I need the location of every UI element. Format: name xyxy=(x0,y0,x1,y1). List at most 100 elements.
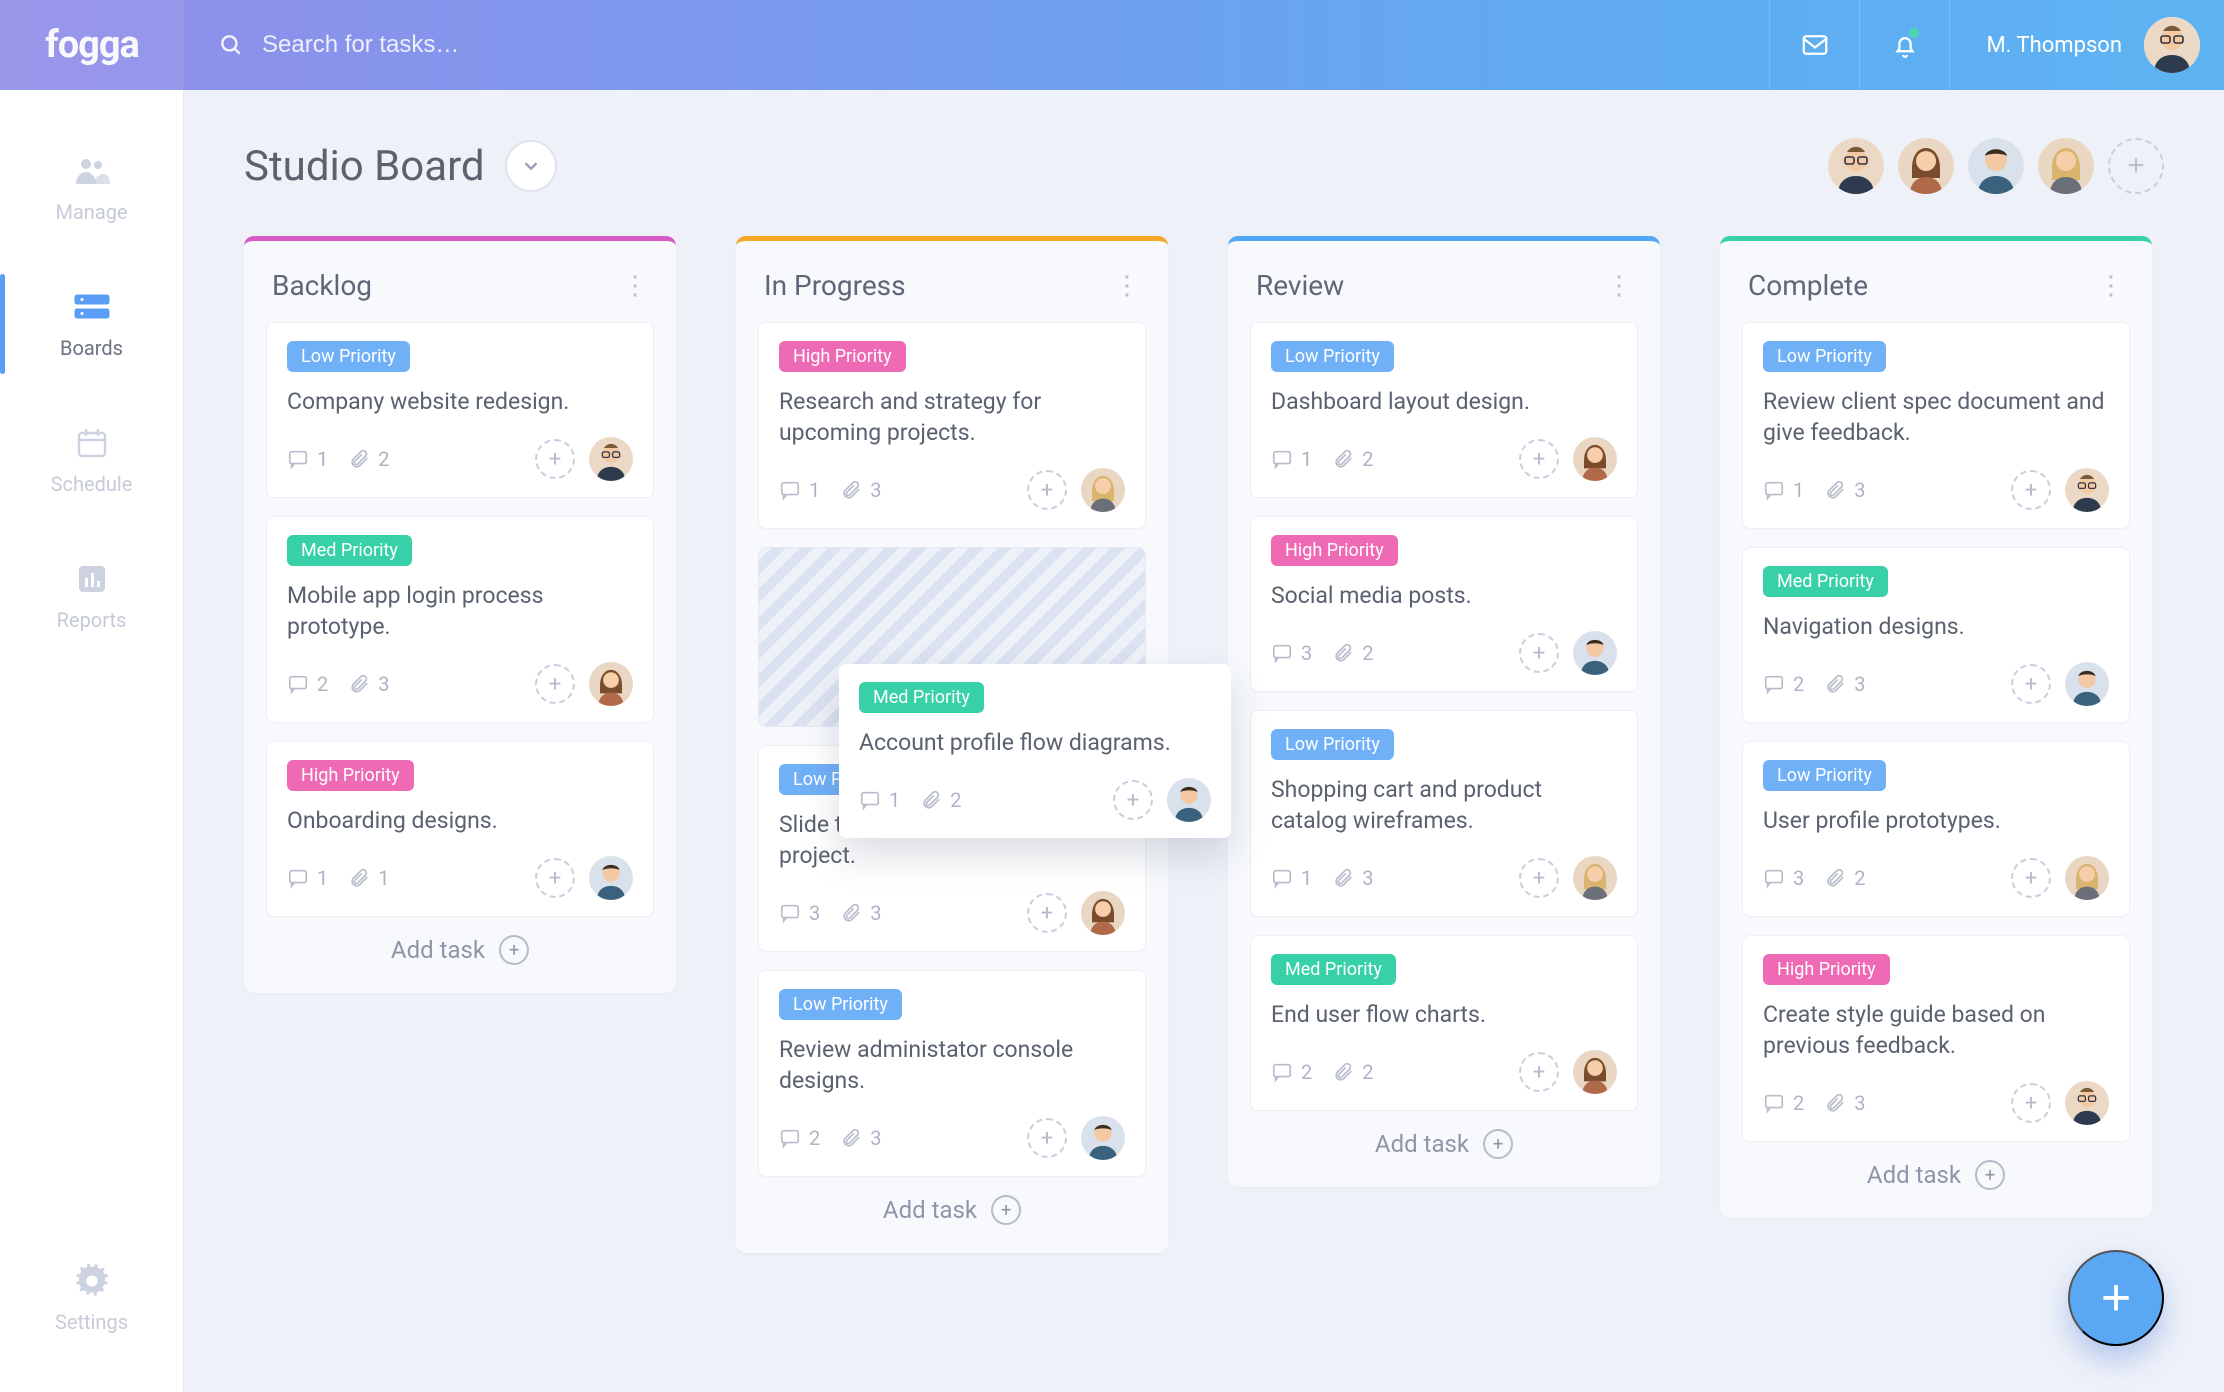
comments-metric[interactable]: 1 xyxy=(1271,447,1312,471)
card-add-button[interactable]: + xyxy=(1113,780,1153,820)
comments-metric[interactable]: 3 xyxy=(779,901,820,925)
assignee-avatar[interactable] xyxy=(1573,437,1617,481)
card-add-button[interactable]: + xyxy=(2011,470,2051,510)
task-card[interactable]: Med Priority Mobile app login process pr… xyxy=(266,516,654,723)
board-menu-dropdown[interactable] xyxy=(505,140,557,192)
notifications-button[interactable] xyxy=(1859,0,1949,90)
sidebar-item-schedule[interactable]: Schedule xyxy=(0,392,183,528)
card-add-button[interactable]: + xyxy=(1519,439,1559,479)
attachments-metric[interactable]: 3 xyxy=(840,1126,881,1150)
column-menu-button[interactable]: ⋮ xyxy=(622,271,648,301)
card-add-button[interactable]: + xyxy=(1027,1118,1067,1158)
assignee-avatar[interactable] xyxy=(1573,856,1617,900)
comments-metric[interactable]: 1 xyxy=(859,788,900,812)
sidebar-item-reports[interactable]: Reports xyxy=(0,528,183,664)
sidebar-item-manage[interactable]: Manage xyxy=(0,120,183,256)
comments-metric[interactable]: 1 xyxy=(287,447,328,471)
user-menu[interactable]: M. Thompson xyxy=(1949,0,2224,90)
task-card[interactable]: Med Priority End user flow charts. 2 2 + xyxy=(1250,935,1638,1111)
task-card[interactable]: Low Priority Company website redesign. 1… xyxy=(266,322,654,498)
column-menu-button[interactable]: ⋮ xyxy=(2098,271,2124,301)
task-card[interactable]: High Priority Create style guide based o… xyxy=(1742,935,2130,1142)
add-member-button[interactable]: + xyxy=(2108,138,2164,194)
task-card[interactable]: Low Priority Dashboard layout design. 1 … xyxy=(1250,322,1638,498)
attachments-metric[interactable]: 2 xyxy=(1824,866,1865,890)
assignee-avatar[interactable] xyxy=(1081,468,1125,512)
member-avatar[interactable] xyxy=(2038,138,2094,194)
card-add-button[interactable]: + xyxy=(2011,664,2051,704)
card-add-button[interactable]: + xyxy=(535,664,575,704)
card-add-button[interactable]: + xyxy=(535,439,575,479)
comments-metric[interactable]: 3 xyxy=(1271,641,1312,665)
attachments-metric[interactable]: 3 xyxy=(840,901,881,925)
member-avatar[interactable] xyxy=(1968,138,2024,194)
task-card[interactable]: Low Priority User profile prototypes. 3 … xyxy=(1742,741,2130,917)
assignee-avatar[interactable] xyxy=(1167,778,1211,822)
comments-metric[interactable]: 2 xyxy=(1763,1091,1804,1115)
comments-metric[interactable]: 2 xyxy=(779,1126,820,1150)
comments-metric[interactable]: 2 xyxy=(1271,1060,1312,1084)
card-add-button[interactable]: + xyxy=(2011,858,2051,898)
assignee-avatar[interactable] xyxy=(589,856,633,900)
card-footer: 2 3 + xyxy=(1763,1081,2109,1125)
assignee-avatar[interactable] xyxy=(589,662,633,706)
column-menu-button[interactable]: ⋮ xyxy=(1114,271,1140,301)
sidebar-item-boards[interactable]: Boards xyxy=(0,256,183,392)
search-input[interactable] xyxy=(262,31,962,59)
comments-metric[interactable]: 3 xyxy=(1763,866,1804,890)
assignee-avatar[interactable] xyxy=(1573,631,1617,675)
attachments-metric[interactable]: 2 xyxy=(1332,1060,1373,1084)
fab-new[interactable]: + xyxy=(2068,1250,2164,1346)
assignee-avatar[interactable] xyxy=(2065,1081,2109,1125)
attachments-metric[interactable]: 3 xyxy=(840,478,881,502)
dragging-card[interactable]: Med PriorityAccount profile flow diagram… xyxy=(839,664,1231,838)
attachments-metric[interactable]: 3 xyxy=(1824,1091,1865,1115)
assignee-avatar[interactable] xyxy=(1573,1050,1617,1094)
add-task-button[interactable]: Add task + xyxy=(758,1195,1146,1225)
attachments-metric[interactable]: 2 xyxy=(1332,447,1373,471)
comments-metric[interactable]: 2 xyxy=(287,672,328,696)
card-add-button[interactable]: + xyxy=(1519,1052,1559,1092)
assignee-avatar[interactable] xyxy=(2065,662,2109,706)
card-add-button[interactable]: + xyxy=(2011,1083,2051,1123)
attachments-metric[interactable]: 2 xyxy=(920,788,961,812)
card-add-button[interactable]: + xyxy=(1519,858,1559,898)
comments-metric[interactable]: 1 xyxy=(1271,866,1312,890)
member-avatar[interactable] xyxy=(1828,138,1884,194)
column-menu-button[interactable]: ⋮ xyxy=(1606,271,1632,301)
card-add-button[interactable]: + xyxy=(1027,893,1067,933)
task-card[interactable]: High Priority Research and strategy for … xyxy=(758,322,1146,529)
attachments-metric[interactable]: 1 xyxy=(348,866,389,890)
assignee-avatar[interactable] xyxy=(1081,1116,1125,1160)
attachments-metric[interactable]: 3 xyxy=(348,672,389,696)
task-card[interactable]: Low Priority Review administator console… xyxy=(758,970,1146,1177)
assignee-avatar[interactable] xyxy=(1081,891,1125,935)
brand-cell[interactable]: fogga xyxy=(0,0,184,90)
add-task-button[interactable]: Add task + xyxy=(1250,1129,1638,1159)
attachments-metric[interactable]: 2 xyxy=(1332,641,1373,665)
task-card[interactable]: High Priority Onboarding designs. 1 1 + xyxy=(266,741,654,917)
attachments-metric[interactable]: 3 xyxy=(1824,478,1865,502)
card-add-button[interactable]: + xyxy=(535,858,575,898)
attachments-metric[interactable]: 2 xyxy=(348,447,389,471)
task-card[interactable]: Low Priority Review client spec document… xyxy=(1742,322,2130,529)
comments-metric[interactable]: 1 xyxy=(779,478,820,502)
attachments-metric[interactable]: 3 xyxy=(1332,866,1373,890)
add-task-button[interactable]: Add task + xyxy=(266,935,654,965)
task-card[interactable]: Med Priority Navigation designs. 2 3 + xyxy=(1742,547,2130,723)
comments-metric[interactable]: 1 xyxy=(287,866,328,890)
task-card[interactable]: High Priority Social media posts. 3 2 + xyxy=(1250,516,1638,692)
card-add-button[interactable]: + xyxy=(1519,633,1559,673)
assignee-avatar[interactable] xyxy=(589,437,633,481)
add-task-button[interactable]: Add task + xyxy=(1742,1160,2130,1190)
sidebar-item-settings[interactable]: Settings xyxy=(0,1230,183,1366)
attachments-metric[interactable]: 3 xyxy=(1824,672,1865,696)
assignee-avatar[interactable] xyxy=(2065,856,2109,900)
comments-metric[interactable]: 2 xyxy=(1763,672,1804,696)
inbox-button[interactable] xyxy=(1769,0,1859,90)
task-card[interactable]: Low Priority Shopping cart and product c… xyxy=(1250,710,1638,917)
assignee-avatar[interactable] xyxy=(2065,468,2109,512)
card-add-button[interactable]: + xyxy=(1027,470,1067,510)
comments-metric[interactable]: 1 xyxy=(1763,478,1804,502)
member-avatar[interactable] xyxy=(1898,138,1954,194)
